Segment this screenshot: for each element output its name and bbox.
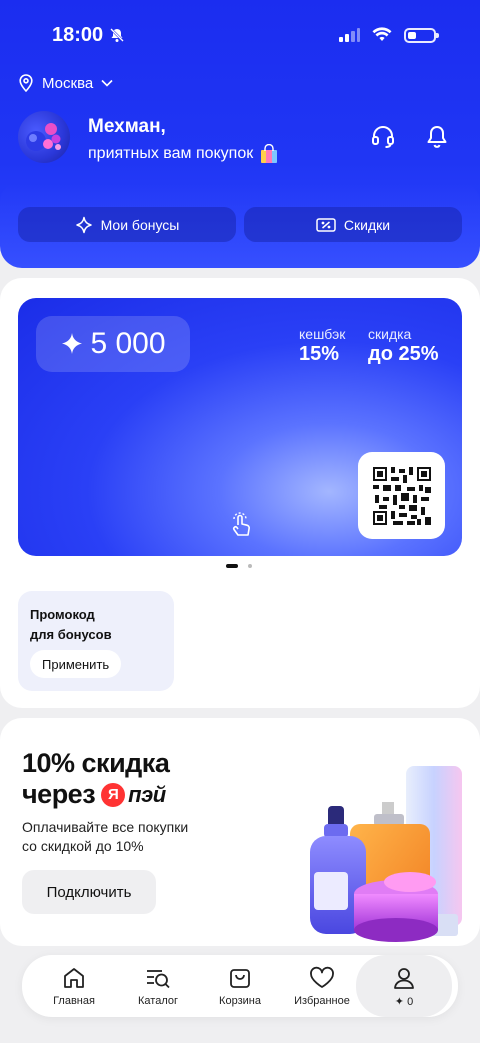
apply-promo-button[interactable]: Применить bbox=[30, 650, 122, 678]
discounts-button[interactable]: Скидки bbox=[244, 207, 462, 242]
catalog-search-icon bbox=[147, 970, 170, 989]
yandex-logo-letter: Я bbox=[101, 782, 126, 807]
banner-title-line1: 10% скидка bbox=[22, 748, 170, 778]
carousel-indicator bbox=[226, 564, 252, 568]
yandex-pay-logo: Я пэй bbox=[101, 779, 166, 810]
banner-description: Оплачивайте все покупки со скидкой до 10… bbox=[22, 818, 188, 856]
bonus-balance: 5 000 bbox=[36, 316, 190, 372]
time-text: 18:00 bbox=[52, 23, 104, 46]
tab-favorites[interactable]: Избранное bbox=[282, 955, 362, 1017]
yandex-pay-banner[interactable]: 10% скидка через Я пэй Оплачивайте все п… bbox=[0, 718, 480, 946]
tab-profile[interactable]: ✦ 0 bbox=[356, 955, 452, 1017]
discount-value: до 25% bbox=[368, 343, 439, 365]
banner-description-line2: со скидкой до 10% bbox=[22, 838, 144, 854]
discounts-label: Скидки bbox=[343, 216, 391, 233]
tab-profile-label: ✦ 0 bbox=[394, 995, 414, 1008]
banner-title-line2: через Я пэй bbox=[22, 779, 169, 810]
my-bonuses-button[interactable]: Мои бонусы bbox=[18, 207, 236, 242]
banner-title-prefix: через bbox=[22, 779, 96, 809]
discount-tag-icon bbox=[316, 217, 336, 232]
greeting-subtitle: приятных вам покупок bbox=[88, 144, 279, 164]
wifi-icon bbox=[372, 27, 392, 41]
carousel-dot-active bbox=[226, 564, 238, 568]
heart-icon bbox=[310, 966, 334, 988]
bonus-balance-value: 5 000 bbox=[90, 327, 166, 360]
my-bonuses-label: Мои бонусы bbox=[100, 216, 180, 233]
cashback-value: 15% bbox=[299, 343, 340, 365]
promo-title-line1: Промокод bbox=[30, 607, 95, 622]
status-bar: 18:00 bbox=[52, 22, 439, 48]
tab-home[interactable]: Главная bbox=[34, 955, 114, 1017]
promo-title: Промокод для бонусов bbox=[30, 605, 112, 645]
chevron-down-icon bbox=[101, 79, 113, 87]
profile-icon bbox=[394, 967, 414, 989]
support-headset-icon[interactable] bbox=[370, 124, 396, 150]
greeting-name: Мехман, bbox=[88, 116, 166, 137]
bag-icon bbox=[230, 969, 250, 988]
loyalty-card[interactable]: 5 000 кешбэк 15% скидка до 25% bbox=[18, 298, 462, 556]
battery-icon bbox=[404, 27, 439, 43]
cashback-label: кешбэк bbox=[299, 326, 346, 342]
tab-favorites-label: Избранное bbox=[294, 995, 350, 1007]
notifications-bell-icon[interactable] bbox=[424, 124, 450, 150]
tab-catalog[interactable]: Каталог bbox=[118, 955, 198, 1017]
mute-bell-icon bbox=[110, 28, 125, 42]
bottom-tab-bar: Главная Каталог Корзина Избранное ✦ 0 bbox=[22, 955, 458, 1017]
promo-title-line2: для бонусов bbox=[30, 627, 112, 642]
pay-logo-text: пэй bbox=[128, 782, 166, 807]
shopping-bag-emoji-icon bbox=[261, 144, 278, 163]
avatar[interactable] bbox=[18, 111, 70, 163]
avatar-molecule-icon bbox=[26, 123, 61, 151]
tab-catalog-label: Каталог bbox=[138, 995, 178, 1007]
banner-description-line1: Оплачивайте все покупки bbox=[22, 819, 189, 835]
cellular-icon bbox=[339, 28, 360, 42]
header: 18:00 Москва Мехман, приятных вам покупо… bbox=[0, 0, 480, 268]
location-pin-icon bbox=[19, 74, 33, 92]
greeting-subtitle-text: приятных вам покупок bbox=[88, 145, 254, 162]
qr-code-button[interactable] bbox=[358, 452, 445, 539]
tab-home-label: Главная bbox=[53, 995, 95, 1007]
city-label: Москва bbox=[42, 74, 94, 92]
status-time: 18:00 bbox=[52, 24, 125, 47]
discount-label: скидка bbox=[368, 326, 412, 342]
banner-title: 10% скидка через Я пэй bbox=[22, 748, 170, 810]
tab-cart-label: Корзина bbox=[219, 995, 261, 1007]
sparkle-icon bbox=[62, 333, 83, 354]
tap-hand-icon bbox=[226, 511, 254, 544]
home-icon bbox=[64, 968, 84, 988]
carousel-dot[interactable] bbox=[248, 564, 252, 568]
qr-code-icon bbox=[372, 466, 431, 525]
city-selector[interactable]: Москва bbox=[18, 74, 113, 92]
tab-cart[interactable]: Корзина bbox=[200, 955, 280, 1017]
cosmetics-products-image bbox=[310, 766, 462, 942]
connect-button[interactable]: Подключить bbox=[22, 870, 156, 914]
system-icons bbox=[338, 27, 439, 43]
promo-code-card[interactable]: Промокод для бонусов Применить bbox=[18, 591, 174, 691]
sparkle-icon bbox=[75, 216, 92, 233]
